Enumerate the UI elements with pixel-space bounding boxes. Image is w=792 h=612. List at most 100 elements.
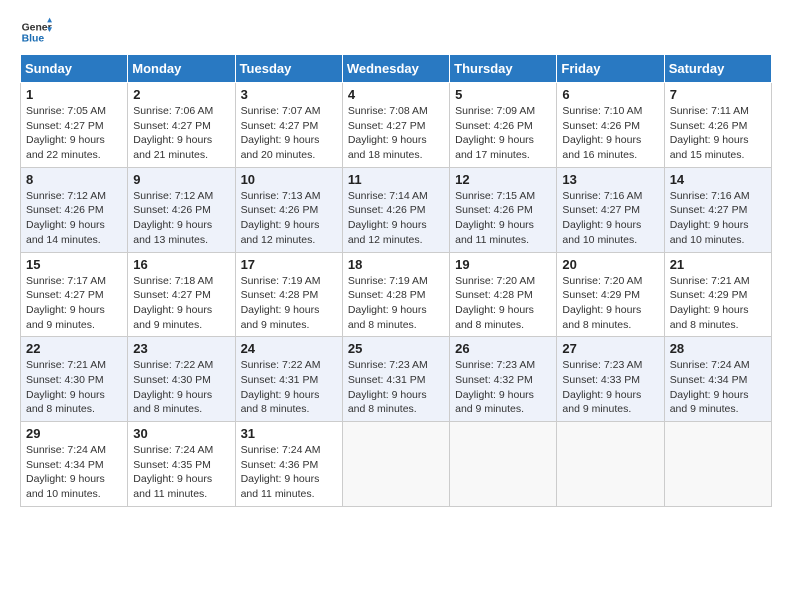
week-row-3: 15 Sunrise: 7:17 AM Sunset: 4:27 PM Dayl…	[21, 252, 772, 337]
calendar-cell: 9 Sunrise: 7:12 AM Sunset: 4:26 PM Dayli…	[128, 167, 235, 252]
day-number: 17	[241, 257, 337, 272]
calendar-cell: 17 Sunrise: 7:19 AM Sunset: 4:28 PM Dayl…	[235, 252, 342, 337]
day-number: 15	[26, 257, 122, 272]
day-info: Sunrise: 7:05 AM Sunset: 4:27 PM Dayligh…	[26, 104, 122, 163]
day-info: Sunrise: 7:18 AM Sunset: 4:27 PM Dayligh…	[133, 274, 229, 333]
day-number: 1	[26, 87, 122, 102]
day-number: 23	[133, 341, 229, 356]
day-number: 19	[455, 257, 551, 272]
day-info: Sunrise: 7:24 AM Sunset: 4:35 PM Dayligh…	[133, 443, 229, 502]
day-info: Sunrise: 7:22 AM Sunset: 4:30 PM Dayligh…	[133, 358, 229, 417]
day-number: 24	[241, 341, 337, 356]
day-info: Sunrise: 7:12 AM Sunset: 4:26 PM Dayligh…	[26, 189, 122, 248]
week-row-2: 8 Sunrise: 7:12 AM Sunset: 4:26 PM Dayli…	[21, 167, 772, 252]
day-number: 4	[348, 87, 444, 102]
calendar-cell: 3 Sunrise: 7:07 AM Sunset: 4:27 PM Dayli…	[235, 83, 342, 168]
day-info: Sunrise: 7:20 AM Sunset: 4:28 PM Dayligh…	[455, 274, 551, 333]
day-number: 14	[670, 172, 766, 187]
day-info: Sunrise: 7:24 AM Sunset: 4:34 PM Dayligh…	[670, 358, 766, 417]
day-number: 6	[562, 87, 658, 102]
week-row-5: 29 Sunrise: 7:24 AM Sunset: 4:34 PM Dayl…	[21, 422, 772, 507]
day-number: 30	[133, 426, 229, 441]
calendar-cell: 5 Sunrise: 7:09 AM Sunset: 4:26 PM Dayli…	[450, 83, 557, 168]
day-number: 12	[455, 172, 551, 187]
day-number: 31	[241, 426, 337, 441]
day-info: Sunrise: 7:22 AM Sunset: 4:31 PM Dayligh…	[241, 358, 337, 417]
days-header-row: SundayMondayTuesdayWednesdayThursdayFrid…	[21, 55, 772, 83]
day-info: Sunrise: 7:20 AM Sunset: 4:29 PM Dayligh…	[562, 274, 658, 333]
calendar-cell: 6 Sunrise: 7:10 AM Sunset: 4:26 PM Dayli…	[557, 83, 664, 168]
day-header-tuesday: Tuesday	[235, 55, 342, 83]
calendar-cell	[342, 422, 449, 507]
day-number: 11	[348, 172, 444, 187]
calendar-cell	[664, 422, 771, 507]
day-number: 8	[26, 172, 122, 187]
week-row-1: 1 Sunrise: 7:05 AM Sunset: 4:27 PM Dayli…	[21, 83, 772, 168]
day-header-thursday: Thursday	[450, 55, 557, 83]
day-info: Sunrise: 7:13 AM Sunset: 4:26 PM Dayligh…	[241, 189, 337, 248]
calendar-cell: 8 Sunrise: 7:12 AM Sunset: 4:26 PM Dayli…	[21, 167, 128, 252]
day-info: Sunrise: 7:15 AM Sunset: 4:26 PM Dayligh…	[455, 189, 551, 248]
calendar-cell: 20 Sunrise: 7:20 AM Sunset: 4:29 PM Dayl…	[557, 252, 664, 337]
day-info: Sunrise: 7:10 AM Sunset: 4:26 PM Dayligh…	[562, 104, 658, 163]
day-header-friday: Friday	[557, 55, 664, 83]
day-info: Sunrise: 7:19 AM Sunset: 4:28 PM Dayligh…	[348, 274, 444, 333]
day-info: Sunrise: 7:24 AM Sunset: 4:34 PM Dayligh…	[26, 443, 122, 502]
logo-icon: General Blue	[20, 16, 52, 48]
calendar-cell: 26 Sunrise: 7:23 AM Sunset: 4:32 PM Dayl…	[450, 337, 557, 422]
day-header-wednesday: Wednesday	[342, 55, 449, 83]
calendar-cell: 29 Sunrise: 7:24 AM Sunset: 4:34 PM Dayl…	[21, 422, 128, 507]
calendar-cell	[450, 422, 557, 507]
day-number: 3	[241, 87, 337, 102]
day-info: Sunrise: 7:16 AM Sunset: 4:27 PM Dayligh…	[562, 189, 658, 248]
day-info: Sunrise: 7:24 AM Sunset: 4:36 PM Dayligh…	[241, 443, 337, 502]
calendar-cell: 25 Sunrise: 7:23 AM Sunset: 4:31 PM Dayl…	[342, 337, 449, 422]
day-info: Sunrise: 7:14 AM Sunset: 4:26 PM Dayligh…	[348, 189, 444, 248]
calendar-cell	[557, 422, 664, 507]
calendar-cell: 15 Sunrise: 7:17 AM Sunset: 4:27 PM Dayl…	[21, 252, 128, 337]
day-number: 25	[348, 341, 444, 356]
day-info: Sunrise: 7:23 AM Sunset: 4:32 PM Dayligh…	[455, 358, 551, 417]
day-header-monday: Monday	[128, 55, 235, 83]
day-info: Sunrise: 7:21 AM Sunset: 4:29 PM Dayligh…	[670, 274, 766, 333]
week-row-4: 22 Sunrise: 7:21 AM Sunset: 4:30 PM Dayl…	[21, 337, 772, 422]
calendar-cell: 4 Sunrise: 7:08 AM Sunset: 4:27 PM Dayli…	[342, 83, 449, 168]
day-number: 20	[562, 257, 658, 272]
day-info: Sunrise: 7:16 AM Sunset: 4:27 PM Dayligh…	[670, 189, 766, 248]
day-number: 28	[670, 341, 766, 356]
calendar-cell: 28 Sunrise: 7:24 AM Sunset: 4:34 PM Dayl…	[664, 337, 771, 422]
day-header-saturday: Saturday	[664, 55, 771, 83]
day-info: Sunrise: 7:23 AM Sunset: 4:31 PM Dayligh…	[348, 358, 444, 417]
day-number: 29	[26, 426, 122, 441]
day-number: 27	[562, 341, 658, 356]
day-info: Sunrise: 7:12 AM Sunset: 4:26 PM Dayligh…	[133, 189, 229, 248]
day-number: 2	[133, 87, 229, 102]
day-info: Sunrise: 7:17 AM Sunset: 4:27 PM Dayligh…	[26, 274, 122, 333]
logo: General Blue	[20, 16, 58, 48]
day-number: 22	[26, 341, 122, 356]
calendar-cell: 13 Sunrise: 7:16 AM Sunset: 4:27 PM Dayl…	[557, 167, 664, 252]
calendar-cell: 10 Sunrise: 7:13 AM Sunset: 4:26 PM Dayl…	[235, 167, 342, 252]
svg-text:Blue: Blue	[22, 34, 45, 45]
calendar-cell: 11 Sunrise: 7:14 AM Sunset: 4:26 PM Dayl…	[342, 167, 449, 252]
day-number: 26	[455, 341, 551, 356]
day-number: 16	[133, 257, 229, 272]
day-info: Sunrise: 7:11 AM Sunset: 4:26 PM Dayligh…	[670, 104, 766, 163]
calendar-cell: 14 Sunrise: 7:16 AM Sunset: 4:27 PM Dayl…	[664, 167, 771, 252]
page-header: General Blue	[20, 16, 772, 48]
calendar-cell: 18 Sunrise: 7:19 AM Sunset: 4:28 PM Dayl…	[342, 252, 449, 337]
day-number: 13	[562, 172, 658, 187]
calendar-cell: 22 Sunrise: 7:21 AM Sunset: 4:30 PM Dayl…	[21, 337, 128, 422]
day-number: 18	[348, 257, 444, 272]
day-number: 5	[455, 87, 551, 102]
day-info: Sunrise: 7:09 AM Sunset: 4:26 PM Dayligh…	[455, 104, 551, 163]
calendar-cell: 27 Sunrise: 7:23 AM Sunset: 4:33 PM Dayl…	[557, 337, 664, 422]
day-header-sunday: Sunday	[21, 55, 128, 83]
day-info: Sunrise: 7:23 AM Sunset: 4:33 PM Dayligh…	[562, 358, 658, 417]
calendar-cell: 1 Sunrise: 7:05 AM Sunset: 4:27 PM Dayli…	[21, 83, 128, 168]
svg-text:General: General	[22, 22, 52, 33]
calendar-cell: 24 Sunrise: 7:22 AM Sunset: 4:31 PM Dayl…	[235, 337, 342, 422]
day-number: 7	[670, 87, 766, 102]
calendar-table: SundayMondayTuesdayWednesdayThursdayFrid…	[20, 54, 772, 507]
day-info: Sunrise: 7:21 AM Sunset: 4:30 PM Dayligh…	[26, 358, 122, 417]
